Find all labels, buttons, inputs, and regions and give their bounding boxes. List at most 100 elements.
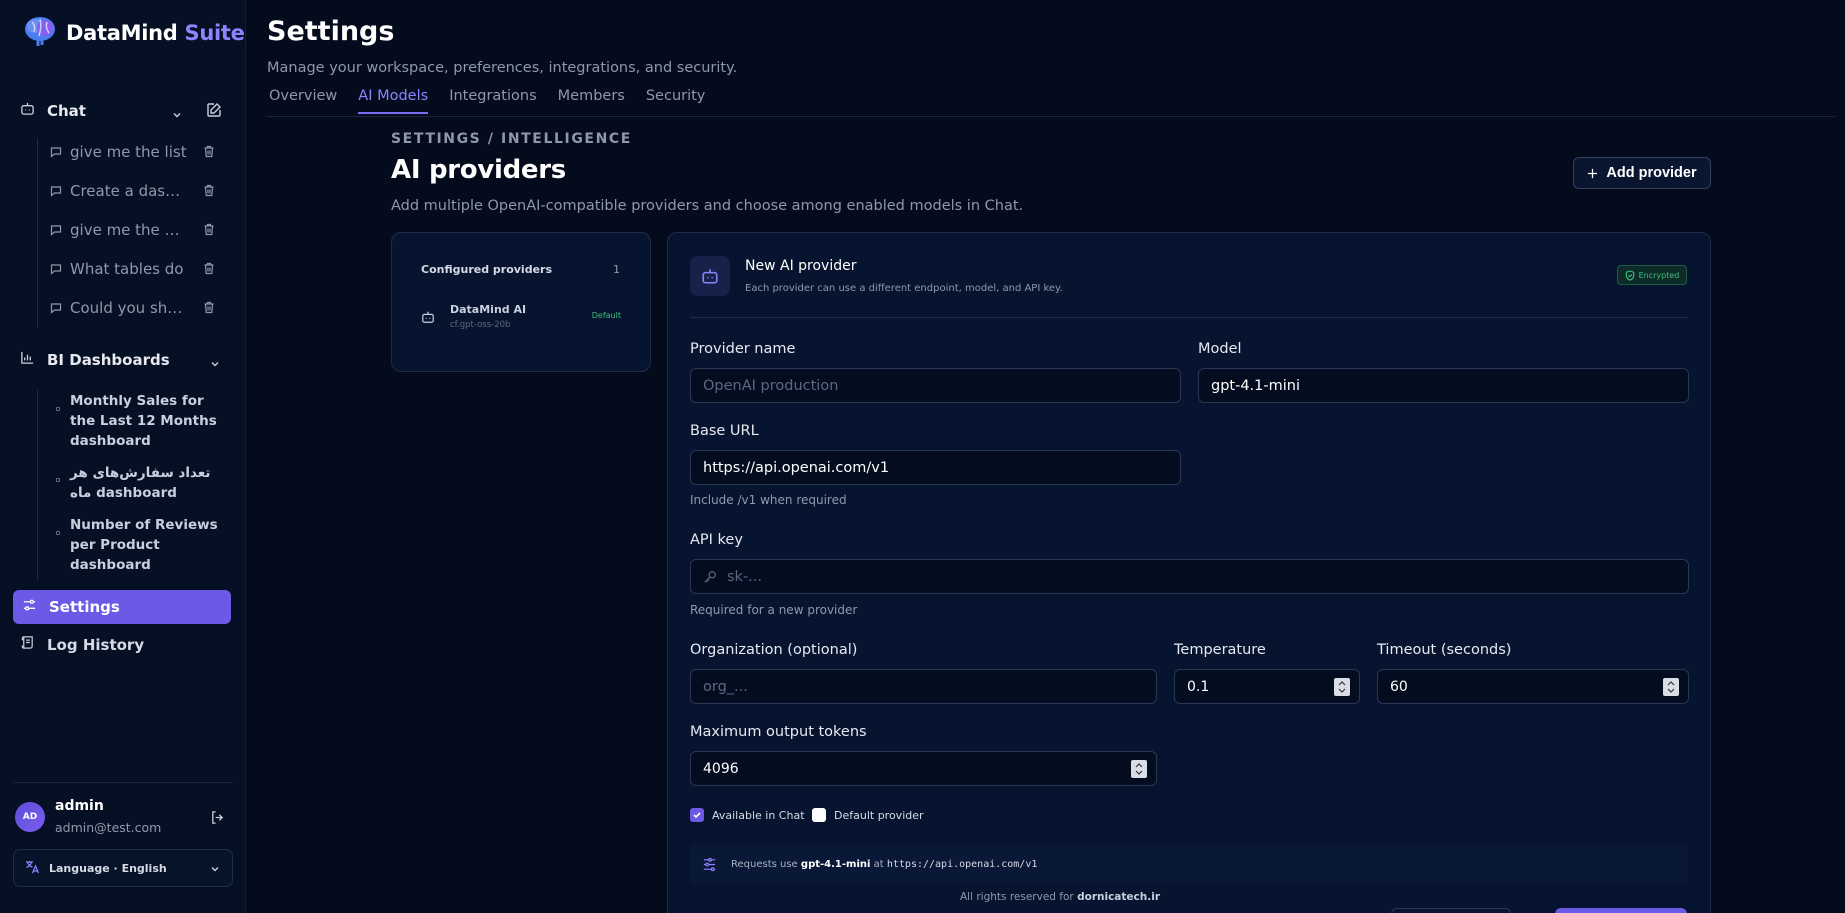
nav-bi-dashboards[interactable]: BI Dashboards bbox=[20, 350, 170, 369]
encrypted-badge: Encrypted bbox=[1617, 265, 1687, 285]
available-in-chat-checkbox[interactable]: Available in Chat bbox=[690, 808, 805, 822]
providers-count: 1 bbox=[613, 263, 620, 276]
dashboard-guide bbox=[37, 390, 38, 580]
nav-chat[interactable]: Chat bbox=[20, 101, 86, 120]
logout-icon[interactable] bbox=[210, 810, 225, 829]
new-chat-icon[interactable] bbox=[206, 102, 222, 122]
timeout-input[interactable]: 60 bbox=[1377, 669, 1689, 704]
avatar[interactable]: AD bbox=[15, 802, 45, 832]
organization-placeholder: org_... bbox=[703, 678, 748, 695]
thread-guide bbox=[37, 138, 38, 328]
model-label: Model bbox=[1198, 341, 1242, 357]
available-in-chat-label: Available in Chat bbox=[712, 808, 805, 822]
stepper-icon[interactable] bbox=[1334, 678, 1350, 696]
user-email: admin@test.com bbox=[55, 820, 162, 835]
request-summary: Requests use gpt-4.1-mini at https://api… bbox=[690, 844, 1688, 884]
base-url-label: Base URL bbox=[690, 423, 759, 439]
chat-thread-item[interactable]: give me the list bbox=[50, 138, 225, 166]
organization-input[interactable]: org_... bbox=[690, 669, 1157, 704]
organization-label: Organization (optional) bbox=[690, 642, 858, 658]
tab-overview[interactable]: Overview bbox=[269, 88, 337, 114]
section-description: Add multiple OpenAI-compatible providers… bbox=[391, 198, 1024, 214]
trash-icon[interactable] bbox=[203, 223, 215, 236]
tab-ai-models[interactable]: AI Models bbox=[358, 88, 429, 114]
summary-model: gpt-4.1-mini bbox=[800, 858, 871, 870]
add-provider-label: Add provider bbox=[1606, 165, 1697, 181]
dashboard-item[interactable]: Number of Reviews per Product dashboard bbox=[56, 515, 226, 575]
api-key-hint: Required for a new provider bbox=[690, 603, 858, 617]
chat-thread-item[interactable]: Could you show bbox=[50, 294, 225, 322]
provider-model: cf.gpt-oss-20b bbox=[450, 320, 511, 330]
page-subtitle: Manage your workspace, preferences, inte… bbox=[267, 60, 738, 76]
provider-item[interactable]: DataMind AI cf.gpt-oss-20b Default bbox=[421, 303, 621, 339]
chat-thread-label: give me the list bbox=[70, 143, 187, 161]
brain-icon bbox=[22, 14, 58, 52]
base-url-input[interactable]: https://api.openai.com/v1 bbox=[690, 450, 1181, 485]
temperature-input[interactable]: 0.1 bbox=[1174, 669, 1360, 704]
form-divider bbox=[690, 317, 1688, 318]
stepper-icon[interactable] bbox=[1663, 678, 1679, 696]
form-title: New AI provider bbox=[745, 258, 857, 274]
trash-icon[interactable] bbox=[203, 184, 215, 197]
nav-chat-label: Chat bbox=[47, 101, 86, 120]
chevron-down-icon[interactable] bbox=[172, 105, 182, 124]
provider-name: DataMind AI bbox=[450, 303, 527, 316]
form-subtitle: Each provider can use a different endpoi… bbox=[745, 283, 1063, 294]
language-label: Language · English bbox=[49, 861, 167, 875]
provider-name-input[interactable]: OpenAI production bbox=[690, 368, 1181, 403]
tabs-divider bbox=[267, 116, 1835, 117]
provider-name-label: Provider name bbox=[690, 341, 796, 357]
nav-log-label: Log History bbox=[47, 635, 145, 654]
configured-providers-panel: Configured providers 1 DataMind AI cf.gp… bbox=[391, 232, 651, 372]
chat-thread-item[interactable]: Create a dashboard bbox=[50, 177, 225, 205]
max-tokens-label: Maximum output tokens bbox=[690, 724, 867, 740]
bot-icon bbox=[690, 256, 730, 296]
plus-icon bbox=[1588, 168, 1598, 178]
encrypted-label: Encrypted bbox=[1638, 270, 1680, 280]
api-key-input[interactable]: sk-... bbox=[690, 559, 1689, 594]
checkbox-checked-icon[interactable] bbox=[690, 808, 704, 822]
tab-integrations[interactable]: Integrations bbox=[449, 88, 536, 114]
dashboard-item[interactable]: Monthly Sales for the Last 12 Months das… bbox=[56, 391, 226, 451]
trash-icon[interactable] bbox=[203, 262, 215, 275]
language-select[interactable]: Language · English bbox=[13, 849, 233, 887]
dashboard-dot-icon bbox=[56, 531, 60, 535]
footer: All rights reserved for dornicatech.ir bbox=[960, 891, 1160, 903]
base-url-hint: Include /v1 when required bbox=[690, 493, 847, 507]
stepper-icon[interactable] bbox=[1131, 760, 1147, 778]
temperature-value: 0.1 bbox=[1187, 678, 1210, 695]
user-name: admin bbox=[55, 798, 104, 814]
dashboard-label: Monthly Sales for the Last 12 Months das… bbox=[70, 393, 217, 449]
settings-tabs: Overview AI Models Integrations Members … bbox=[269, 88, 726, 114]
model-input[interactable]: gpt-4.1-mini bbox=[1198, 368, 1689, 403]
providers-panel-title: Configured providers bbox=[421, 263, 553, 276]
tab-members[interactable]: Members bbox=[558, 88, 625, 114]
summary-text: Requests use gpt-4.1-mini at https://api… bbox=[731, 858, 1038, 870]
chevron-down-icon[interactable] bbox=[210, 354, 220, 373]
max-tokens-input[interactable]: 4096 bbox=[690, 751, 1157, 786]
nav-log-history[interactable]: Log History bbox=[20, 635, 144, 654]
trash-icon[interactable] bbox=[203, 301, 215, 314]
checkbox-unchecked-icon[interactable] bbox=[812, 808, 826, 822]
primary-button[interactable] bbox=[1555, 908, 1687, 913]
chat-thread-item[interactable]: What tables do bbox=[50, 255, 225, 283]
chat-thread-label: give me the number bbox=[70, 221, 188, 239]
default-badge: Default bbox=[591, 311, 621, 320]
nav-settings[interactable]: Settings bbox=[13, 590, 231, 624]
chat-thread-label: Create a dashboard bbox=[70, 182, 188, 200]
chat-thread-item[interactable]: give me the number bbox=[50, 216, 225, 244]
sliders-icon bbox=[22, 598, 37, 617]
default-provider-checkbox[interactable]: Default provider bbox=[812, 808, 924, 822]
add-provider-button[interactable]: Add provider bbox=[1573, 157, 1711, 189]
dashboard-dot-icon bbox=[56, 407, 60, 411]
temperature-label: Temperature bbox=[1174, 642, 1266, 658]
footer-brand[interactable]: dornicatech.ir bbox=[1077, 891, 1160, 903]
tab-security[interactable]: Security bbox=[646, 88, 706, 114]
message-icon bbox=[50, 303, 62, 314]
app-logo[interactable]: DataMind Suite bbox=[22, 14, 245, 52]
shield-check-icon bbox=[1625, 269, 1634, 281]
dashboard-item[interactable]: تعداد سفارش‌های هر ماه dashboard bbox=[56, 463, 226, 503]
nav-bi-label: BI Dashboards bbox=[47, 350, 170, 369]
trash-icon[interactable] bbox=[203, 145, 215, 158]
secondary-button[interactable] bbox=[1391, 908, 1511, 913]
